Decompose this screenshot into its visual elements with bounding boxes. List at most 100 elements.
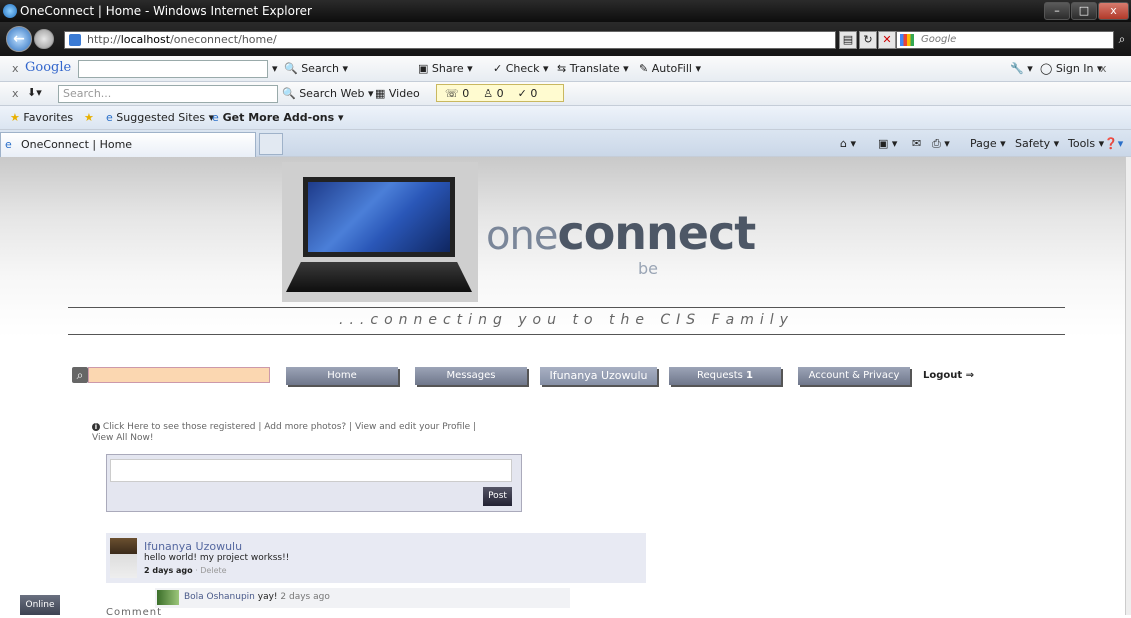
feed-author[interactable]: Ifunanya Uzowulu: [144, 540, 242, 553]
toolbar-close-right-button[interactable]: x: [1100, 62, 1107, 75]
sign-in-button[interactable]: ◯ Sign In ▾: [1040, 62, 1103, 75]
search-placeholder: Search...: [63, 87, 112, 100]
google-search-input[interactable]: [78, 60, 268, 78]
video-button[interactable]: ▦ Video: [375, 87, 420, 100]
search-go-icon[interactable]: ⌕: [1114, 30, 1130, 48]
logo-connect: connect: [557, 206, 756, 260]
online-status-button[interactable]: Online: [20, 595, 60, 615]
comment-label[interactable]: Comment: [106, 607, 162, 618]
page-scrollbar[interactable]: [1125, 157, 1131, 615]
divider-top: [68, 307, 1065, 308]
tools-menu[interactable]: Tools ▾: [1068, 137, 1104, 150]
logo-sub-mark: be: [638, 259, 658, 278]
google-toolbar: x Google ▾ 🔍 Search ▾ ▣ Share ▾ ✓ Check …: [0, 56, 1131, 82]
separator: ·: [195, 566, 198, 575]
feeds-icon[interactable]: ▣ ▾: [878, 137, 897, 150]
nav-home-button[interactable]: Home: [286, 367, 398, 385]
print-icon[interactable]: ⎙ ▾: [932, 137, 950, 151]
refresh-icon[interactable]: ↻: [859, 31, 877, 49]
post-input[interactable]: [110, 459, 512, 482]
tab-label: OneConnect | Home: [21, 138, 133, 151]
new-tab-button[interactable]: [259, 133, 283, 155]
search-toolbar: x ⬇▾ Search... 🔍 Search Web ▾ ▦ Video ☏ …: [0, 82, 1131, 106]
comment-time: 2 days ago: [280, 592, 330, 602]
download-icon[interactable]: ⬇▾: [27, 86, 42, 99]
browser-search-input[interactable]: Google: [896, 31, 1114, 49]
address-bar[interactable]: http://localhost/oneconnect/home/: [64, 31, 836, 49]
dropdown-icon[interactable]: ▾: [272, 62, 278, 75]
logout-link[interactable]: Logout ⇒: [923, 367, 974, 385]
comment-body: yay!: [257, 592, 278, 602]
tab-oneconnect-home[interactable]: e OneConnect | Home: [0, 132, 256, 157]
comment-avatar[interactable]: [157, 590, 179, 605]
help-icon[interactable]: ❓▾: [1104, 137, 1123, 150]
get-addons-link[interactable]: e Get More Add-ons ▾: [212, 111, 344, 124]
info-icon: i: [92, 423, 100, 431]
laptop-screen: [303, 177, 455, 257]
separator: |: [258, 422, 262, 432]
forward-button[interactable]: [34, 29, 54, 49]
tagline: ...connecting you to the CIS Family: [339, 312, 794, 328]
wrench-icon[interactable]: 🔧 ▾: [1010, 62, 1033, 75]
check-button[interactable]: ✓ Check ▾: [493, 62, 549, 75]
site-search-input[interactable]: [88, 367, 270, 383]
page-icon: [69, 34, 81, 46]
page-menu[interactable]: Page ▾: [970, 137, 1006, 150]
search-web-button[interactable]: 🔍 Search Web ▾: [282, 87, 374, 100]
google-icon: [900, 34, 914, 46]
mail-icon[interactable]: ✉: [912, 137, 921, 150]
logo-one: one: [486, 213, 558, 259]
favorites-button[interactable]: ★ Favorites: [10, 111, 73, 124]
autofill-button[interactable]: ✎ AutoFill ▾: [639, 62, 701, 75]
suggested-sites-link[interactable]: e Suggested Sites ▾: [106, 111, 214, 124]
nav-messages-button[interactable]: Messages: [415, 367, 527, 385]
separator: |: [349, 422, 353, 432]
window-title-bar: OneConnect | Home - Windows Internet Exp…: [0, 0, 1131, 22]
nav-requests-button[interactable]: Requests 1: [669, 367, 781, 385]
delete-link[interactable]: Delete: [200, 566, 226, 575]
search-toolbar-close-button[interactable]: x: [12, 87, 19, 100]
avatar[interactable]: [110, 538, 137, 578]
safety-menu[interactable]: Safety ▾: [1015, 137, 1059, 150]
add-favorite-icon[interactable]: ★: [84, 111, 94, 124]
search-provider: Google: [921, 34, 957, 45]
requests-count: 1: [746, 370, 753, 381]
compat-view-icon[interactable]: ▤: [839, 31, 857, 49]
translate-button[interactable]: ⇆ Translate ▾: [557, 62, 629, 75]
add-photos-link[interactable]: Add more photos?: [264, 422, 346, 432]
back-button[interactable]: ←: [6, 26, 32, 52]
close-button[interactable]: x: [1098, 2, 1129, 20]
comment-author[interactable]: Bola Oshanupin: [184, 592, 255, 602]
url-path: /oneconnect/home/: [170, 33, 277, 46]
divider-bottom: [68, 334, 1065, 335]
ie-tab-icon: e: [5, 138, 12, 151]
nav-user-button[interactable]: Ifunanya Uzowulu: [540, 367, 657, 385]
feed-meta: 2 days ago · Delete: [144, 566, 227, 575]
counter-3: ✓ 0: [517, 87, 538, 100]
url-prefix: http://: [87, 33, 121, 46]
toolbar-close-button[interactable]: x: [12, 62, 19, 75]
counter-1: ☏ 0: [445, 87, 470, 100]
stop-icon[interactable]: ✕: [878, 31, 896, 49]
site-logo: oneconnect: [486, 206, 756, 260]
share-button[interactable]: ▣ Share ▾: [418, 62, 473, 75]
ie-icon: [3, 4, 17, 18]
maximize-button[interactable]: □: [1071, 2, 1097, 20]
minimize-button[interactable]: –: [1044, 2, 1070, 20]
counter-group: ☏ 0 ♙ 0 ✓ 0: [436, 84, 564, 102]
toolbar-search-input[interactable]: Search...: [58, 85, 278, 103]
site-search-icon[interactable]: ⌕: [72, 367, 88, 383]
url-host: localhost: [120, 33, 171, 46]
counter-2: ♙ 0: [483, 87, 504, 100]
google-search-button[interactable]: 🔍 Search ▾: [284, 62, 348, 75]
window-title: OneConnect | Home - Windows Internet Exp…: [20, 4, 312, 18]
edit-profile-link[interactable]: View and edit your Profile: [355, 422, 470, 432]
view-all-link[interactable]: View All Now!: [92, 433, 153, 443]
registered-link[interactable]: Click Here to see those registered: [103, 422, 256, 432]
home-icon[interactable]: ⌂ ▾: [840, 137, 856, 150]
requests-label: Requests: [697, 370, 743, 381]
nav-account-button[interactable]: Account & Privacy: [798, 367, 910, 385]
feed-message: hello world! my project workss!!: [144, 553, 290, 563]
separator: |: [473, 422, 477, 432]
post-button[interactable]: Post: [483, 487, 512, 506]
